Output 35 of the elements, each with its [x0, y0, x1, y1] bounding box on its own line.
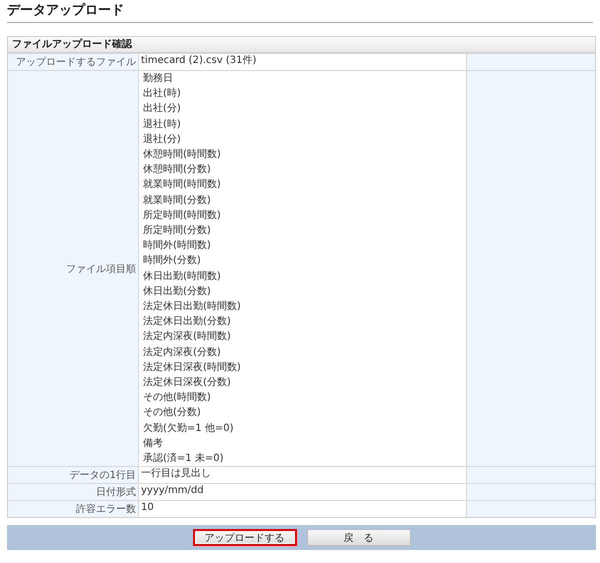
column-item: 承認(済=1 未=0): [142, 452, 224, 466]
column-item: 勤務日: [142, 72, 174, 86]
field-label: 許容エラー数: [8, 501, 139, 518]
column-item: 欠勤(欠勤=1 他=0): [142, 422, 234, 436]
column-item: 退社(時): [142, 118, 182, 132]
field-label: データの1行目: [8, 467, 139, 484]
column-item: 休日出勤(分数): [142, 284, 212, 299]
column-item: 休日出勤(時間数): [142, 270, 222, 284]
back-button[interactable]: 戻 る: [306, 529, 410, 546]
column-item: 時間外(分数): [142, 254, 202, 268]
column-item: 法定内深夜(分数): [142, 346, 222, 360]
column-item: 出社(分): [142, 102, 182, 116]
section-title: ファイルアップロード確認: [8, 37, 595, 53]
column-item: 法定休日深夜(分数): [142, 376, 232, 390]
column-item: 休憩時間(時間数): [142, 148, 222, 162]
field-label: アップロードするファイル: [8, 54, 139, 70]
column-item: 就業時間(時間数): [142, 178, 222, 192]
column-item: 法定休日出勤(分数): [142, 314, 232, 330]
column-item: 休憩時間(分数): [142, 162, 212, 178]
field-label: 日付形式: [8, 484, 139, 500]
column-item: 退社(分): [142, 132, 182, 147]
field-label: ファイル項目順: [8, 71, 139, 466]
column-item: その他(時間数): [142, 390, 212, 406]
column-item: その他(分数): [142, 406, 202, 420]
column-item: 法定休日出勤(時間数): [142, 300, 242, 314]
column-item: 就業時間(分数): [142, 194, 212, 208]
column-item: 所定時間(時間数): [142, 208, 222, 223]
column-item: 備考: [142, 436, 164, 451]
column-item: 法定内深夜(時間数): [142, 330, 232, 344]
upload-button[interactable]: アップロードする: [192, 529, 296, 546]
page-title: データアップロード: [7, 0, 593, 23]
column-item: 出社(時): [142, 86, 182, 102]
column-item: 法定休日深夜(時間数): [142, 360, 242, 375]
column-item: 所定時間(分数): [142, 224, 212, 238]
column-item: 時間外(時間数): [142, 238, 212, 254]
